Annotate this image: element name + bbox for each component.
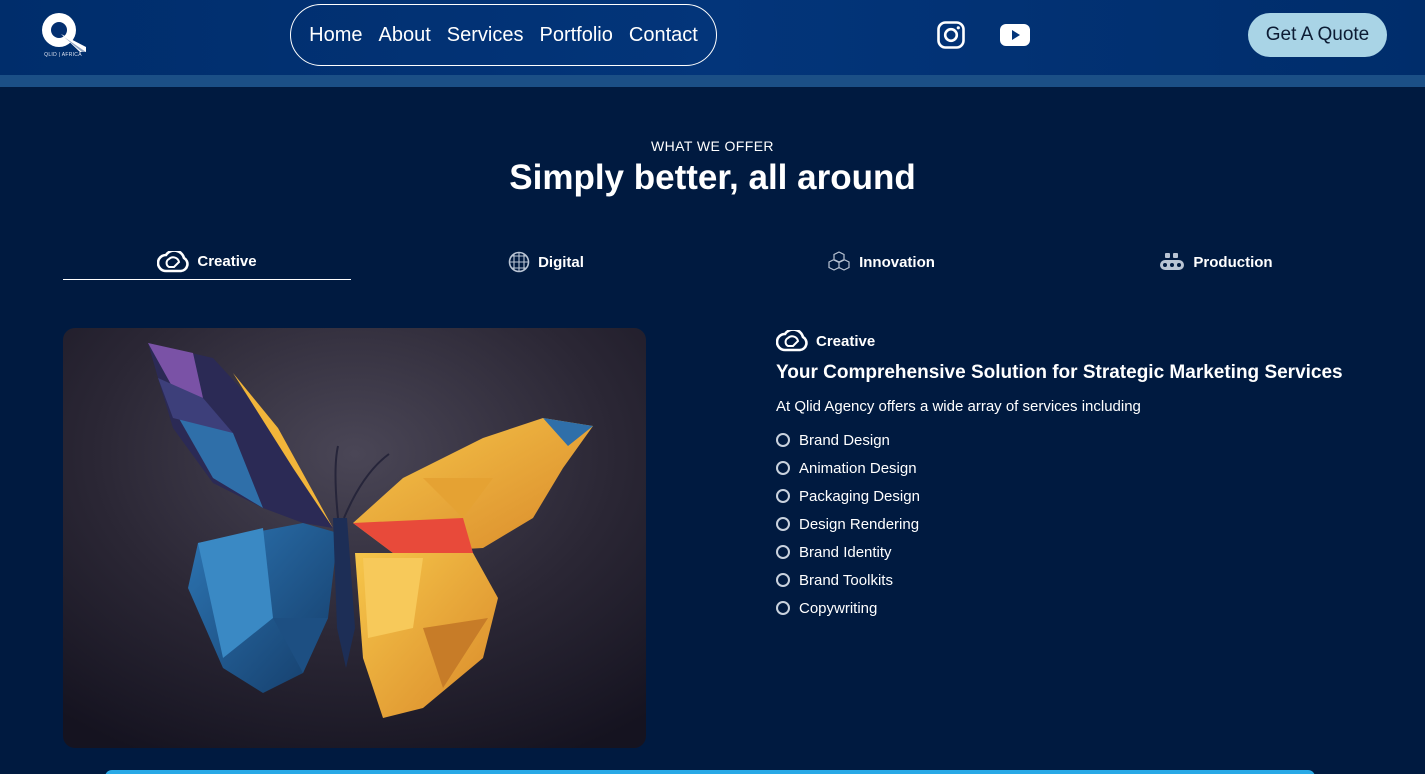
list-item: Brand Design: [776, 426, 920, 454]
butterfly-illustration: [63, 328, 646, 748]
bullet-icon: [776, 545, 790, 559]
tab-digital[interactable]: Digital: [402, 244, 690, 280]
service-label: Design Rendering: [799, 515, 920, 533]
tab-innovation-label: Innovation: [859, 253, 935, 271]
bullet-icon: [776, 461, 790, 475]
creative-cloud-icon: [776, 330, 808, 352]
bullet-icon: [776, 517, 790, 531]
cubes-icon: [828, 251, 850, 271]
tab-digital-label: Digital: [538, 253, 584, 271]
service-label: Brand Toolkits: [799, 571, 893, 589]
header-divider: [0, 75, 1425, 87]
tab-production-label: Production: [1193, 253, 1273, 271]
nav-services[interactable]: Services: [447, 24, 524, 47]
tab-creative[interactable]: Creative: [63, 244, 351, 280]
service-label: Packaging Design: [799, 487, 920, 505]
content-intro: At Qlid Agency offers a wide array of se…: [776, 398, 1141, 415]
section-headline: Simply better, all around: [509, 158, 916, 197]
site-header: QLID | AFRICA Home About Services Portfo…: [0, 0, 1425, 75]
instagram-icon: [937, 21, 965, 49]
bullet-icon: [776, 489, 790, 503]
bullet-icon: [776, 601, 790, 615]
section-eyebrow: WHAT WE OFFER: [651, 138, 774, 154]
service-label: Copywriting: [799, 599, 878, 617]
content-category-label: Creative: [816, 332, 876, 350]
bullet-icon: [776, 433, 790, 447]
content-title: Your Comprehensive Solution for Strategi…: [776, 362, 1343, 383]
get-quote-button[interactable]: Get A Quote: [1248, 13, 1387, 57]
content-category: Creative: [776, 329, 875, 353]
tab-innovation[interactable]: Innovation: [737, 244, 1025, 280]
list-item: Copywriting: [776, 594, 920, 622]
list-item: Animation Design: [776, 454, 920, 482]
list-item: Brand Identity: [776, 538, 920, 566]
main-nav: Home About Services Portfolio Contact: [290, 4, 717, 66]
globe-grid-icon: [508, 251, 530, 273]
logo[interactable]: QLID | AFRICA: [36, 10, 90, 60]
list-item: Packaging Design: [776, 482, 920, 510]
conveyor-icon: [1160, 253, 1185, 270]
tab-production[interactable]: Production: [1072, 244, 1360, 280]
logo-q-icon: [42, 13, 86, 52]
service-label: Brand Design: [799, 431, 890, 449]
logo-tagline: QLID | AFRICA: [44, 52, 82, 58]
services-list: Brand Design Animation Design Packaging …: [776, 426, 920, 622]
instagram-link[interactable]: [934, 18, 968, 52]
youtube-link[interactable]: [998, 18, 1032, 52]
next-section-edge: [105, 770, 1315, 774]
list-item: Design Rendering: [776, 510, 920, 538]
tab-creative-label: Creative: [197, 253, 257, 270]
creative-cloud-icon: [157, 250, 190, 272]
youtube-icon: [1000, 24, 1030, 46]
service-label: Brand Identity: [799, 543, 892, 561]
nav-home[interactable]: Home: [309, 24, 362, 47]
bullet-icon: [776, 573, 790, 587]
list-item: Brand Toolkits: [776, 566, 920, 594]
nav-about[interactable]: About: [379, 24, 431, 47]
service-label: Animation Design: [799, 459, 917, 477]
nav-contact[interactable]: Contact: [629, 24, 698, 47]
nav-portfolio[interactable]: Portfolio: [540, 24, 613, 47]
